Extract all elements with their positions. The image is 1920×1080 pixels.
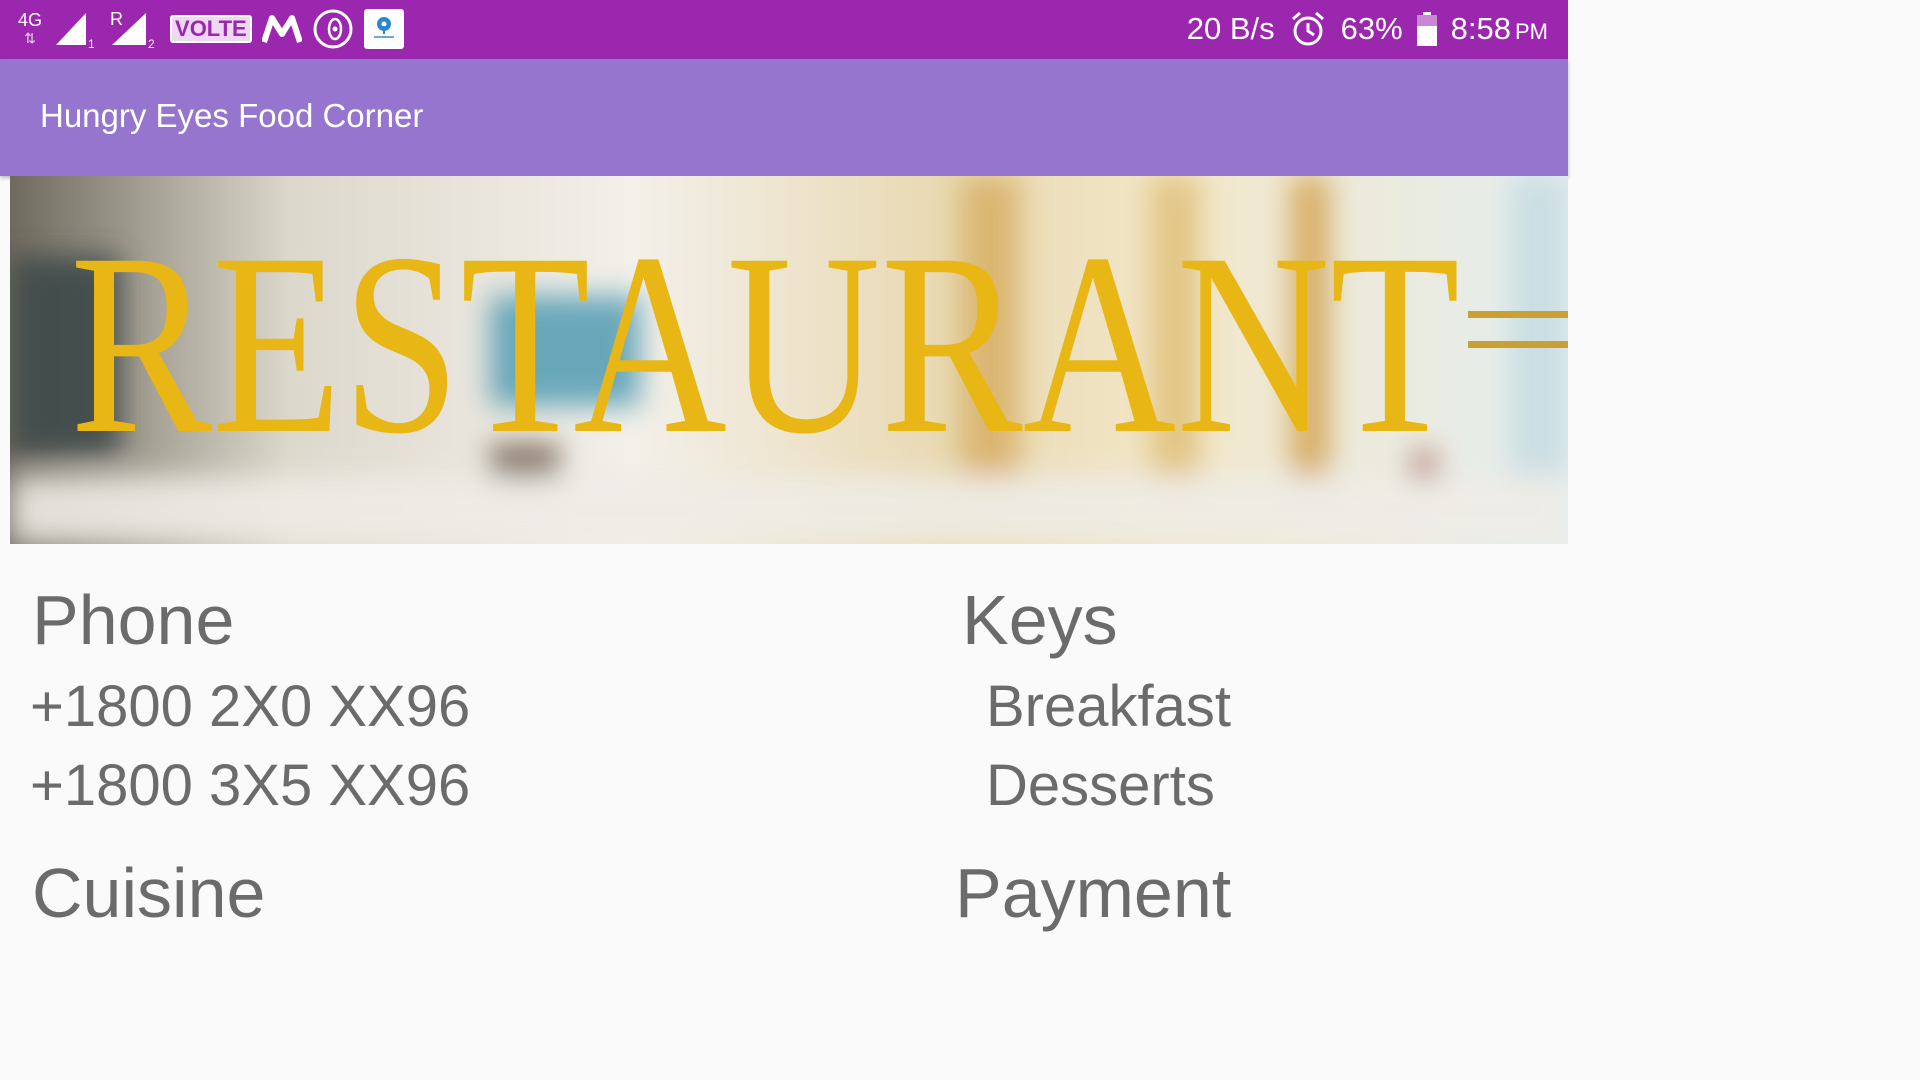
- key-item-desserts: Desserts: [986, 753, 1215, 818]
- signal-icon: 1: [56, 13, 95, 49]
- key-item-breakfast: Breakfast: [986, 674, 1231, 739]
- roaming-label: R: [110, 9, 123, 29]
- battery-percent: 63%: [1340, 11, 1403, 46]
- m-app-icon: [261, 15, 302, 43]
- sim1-label: 1: [88, 37, 95, 49]
- status-bar: 4G ⇅ 1 R 2 VOLTE 20 B/s 63% 8:58 PM: [0, 0, 1568, 59]
- network-type-label: 4G: [18, 10, 43, 30]
- page-title: Hungry Eyes Food Corner: [40, 97, 424, 134]
- phone-number-2[interactable]: +1800 3X5 XX96: [30, 757, 470, 815]
- banner-text: RESTAURANT: [70, 200, 1460, 488]
- data-speed: 20 B/s: [1186, 11, 1275, 46]
- alarm-icon: [1291, 11, 1324, 46]
- volte-icon: VOLTE: [170, 15, 252, 43]
- phone-number-1[interactable]: +1800 2X0 XX96: [30, 678, 470, 736]
- phone-title: Phone: [32, 581, 235, 659]
- status-bar-right: 20 B/s 63% 8:58 PM: [1187, 8, 1548, 50]
- cuisine-title: Cuisine: [32, 854, 266, 932]
- payment-title: Payment: [955, 854, 1232, 932]
- restaurant-banner-image: RESTAURANT: [10, 176, 1568, 544]
- status-bar-left: 4G ⇅ 1 R 2 VOLTE: [18, 8, 404, 50]
- signal-roaming-icon: R 2: [110, 9, 155, 49]
- clock-time: 8:58: [1450, 11, 1511, 46]
- 4g-data-icon: 4G ⇅: [18, 10, 43, 46]
- app-toolbar: Hungry Eyes Food Corner: [0, 59, 1568, 176]
- clock: 8:58 PM: [1451, 11, 1548, 47]
- dnd-icon: [313, 9, 353, 49]
- sim2-label: 2: [148, 37, 155, 49]
- battery-icon: [1416, 12, 1437, 46]
- sbi-app-icon: [363, 9, 404, 49]
- clock-ampm: PM: [1515, 19, 1548, 44]
- keys-title: Keys: [962, 581, 1118, 659]
